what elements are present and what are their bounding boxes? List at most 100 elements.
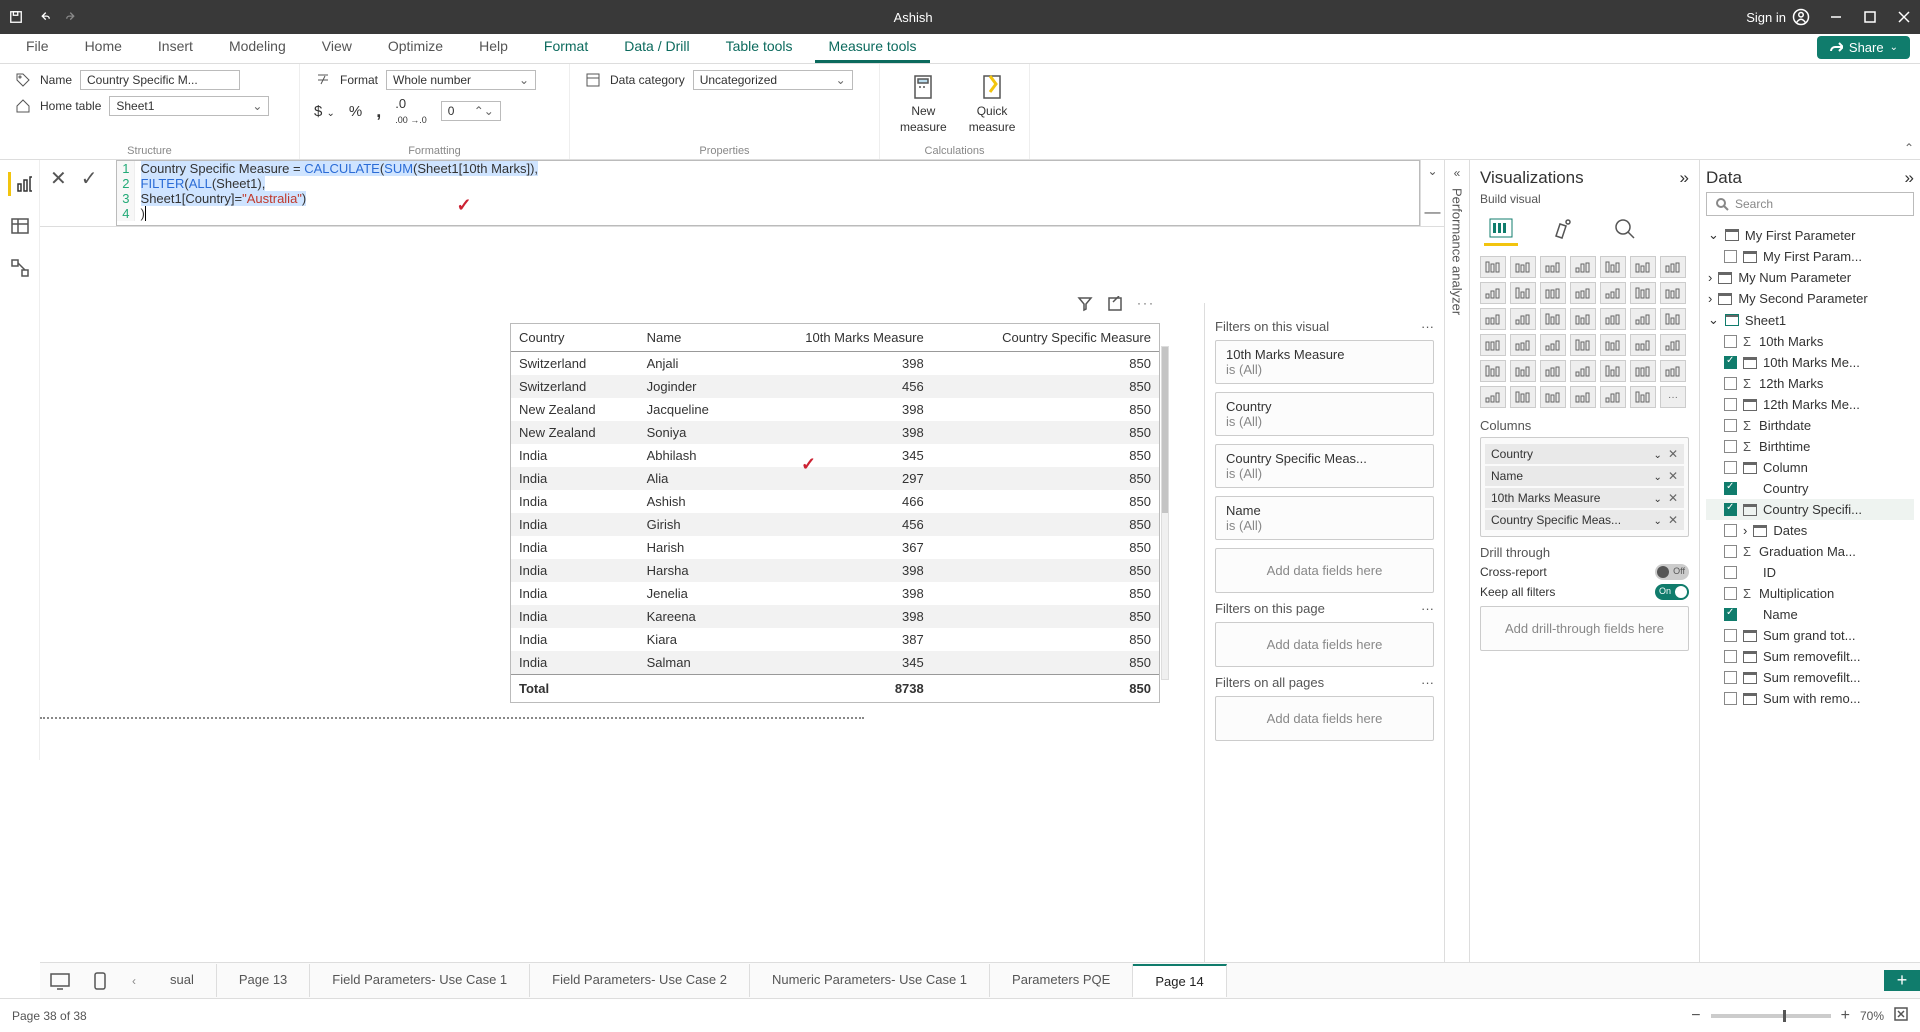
undo-icon[interactable] — [36, 9, 52, 25]
visual-type-icon[interactable] — [1480, 334, 1506, 356]
visual-type-icon[interactable] — [1480, 308, 1506, 330]
visual-type-icon[interactable] — [1540, 334, 1566, 356]
prev-page-icon[interactable]: ‹ — [120, 974, 148, 988]
zoom-in-button[interactable]: + — [1841, 1007, 1850, 1025]
tree-table[interactable]: ⌄My First Parameter — [1706, 224, 1914, 246]
visual-type-icon[interactable] — [1510, 308, 1536, 330]
measure-name-input[interactable]: Country Specific M... — [80, 70, 240, 90]
table-row[interactable]: IndiaAshish466850 — [511, 490, 1159, 513]
filters-more-icon[interactable]: ··· — [1421, 675, 1434, 690]
visual-type-icon[interactable] — [1510, 256, 1536, 278]
collapse-ribbon-icon[interactable]: ⌃ — [1904, 141, 1914, 155]
page-tab[interactable]: Page 13 — [217, 964, 310, 997]
ribbon-tab-data-drill[interactable]: Data / Drill — [610, 32, 703, 63]
visual-type-icon[interactable] — [1600, 334, 1626, 356]
search-input[interactable]: Search — [1706, 192, 1914, 216]
tree-field[interactable]: Column — [1706, 457, 1914, 478]
fit-page-icon[interactable] — [1894, 1007, 1908, 1024]
close-icon[interactable] — [1896, 9, 1912, 25]
filters-more-icon[interactable]: ··· — [1421, 601, 1434, 616]
model-view-icon[interactable] — [8, 256, 32, 280]
ribbon-tab-file[interactable]: File — [12, 32, 63, 63]
visual-type-icon[interactable] — [1600, 256, 1626, 278]
save-icon[interactable] — [8, 9, 24, 25]
visual-type-icon[interactable] — [1630, 308, 1656, 330]
ribbon-tab-modeling[interactable]: Modeling — [215, 32, 300, 63]
decimal-button[interactable]: .0.00 →.0 — [395, 96, 427, 126]
ribbon-tab-help[interactable]: Help — [465, 32, 522, 63]
ribbon-tab-optimize[interactable]: Optimize — [374, 32, 457, 63]
visual-type-icon[interactable] — [1540, 256, 1566, 278]
visual-type-icon[interactable] — [1570, 386, 1596, 408]
visual-type-icon[interactable] — [1630, 386, 1656, 408]
visual-type-icon[interactable] — [1600, 386, 1626, 408]
ribbon-tab-view[interactable]: View — [308, 32, 366, 63]
collapse-formula-icon[interactable]: — — [1425, 204, 1441, 222]
visual-type-icon[interactable] — [1540, 282, 1566, 304]
report-canvas[interactable]: ··· CountryName10th Marks MeasureCountry… — [40, 227, 1444, 998]
tree-field[interactable]: 12th Marks Me... — [1706, 394, 1914, 415]
column-header[interactable]: Name — [639, 324, 747, 352]
tree-field[interactable]: Country Specifi... — [1706, 499, 1914, 520]
tree-field[interactable]: Multiplication — [1706, 583, 1914, 604]
ribbon-tab-home[interactable]: Home — [71, 32, 136, 63]
visual-type-icon[interactable] — [1630, 334, 1656, 356]
table-visual[interactable]: ··· CountryName10th Marks MeasureCountry… — [510, 323, 1160, 703]
tree-field[interactable]: Sum removefilt... — [1706, 667, 1914, 688]
table-row[interactable]: New ZealandJacqueline398850 — [511, 398, 1159, 421]
percent-button[interactable]: % — [349, 103, 362, 120]
filter-card[interactable]: Countryis (All) — [1215, 392, 1434, 436]
ribbon-tab-format[interactable]: Format — [530, 32, 602, 63]
desktop-layout-icon[interactable] — [40, 972, 80, 990]
drill-through-well[interactable]: Add drill-through fields here — [1480, 606, 1689, 651]
data-category-select[interactable]: Uncategorized⌄ — [693, 70, 853, 90]
tree-field[interactable]: Sum grand tot... — [1706, 625, 1914, 646]
visual-type-icon[interactable] — [1570, 282, 1596, 304]
tree-field[interactable]: ›Dates — [1706, 520, 1914, 541]
tree-table[interactable]: ›My Second Parameter — [1706, 288, 1914, 309]
report-view-icon[interactable] — [8, 172, 32, 196]
maximize-icon[interactable] — [1862, 9, 1878, 25]
tree-field[interactable]: Birthdate — [1706, 415, 1914, 436]
visual-type-icon[interactable] — [1480, 256, 1506, 278]
visual-type-icon[interactable] — [1600, 282, 1626, 304]
table-row[interactable]: IndiaHarish367850 — [511, 536, 1159, 559]
field-chip[interactable]: 10th Marks Measure⌄✕ — [1485, 488, 1684, 508]
build-visual-tab[interactable] — [1484, 212, 1518, 246]
columns-well[interactable]: Country⌄✕Name⌄✕10th Marks Measure⌄✕Count… — [1480, 437, 1689, 537]
expand-pane-icon[interactable]: » — [1905, 168, 1914, 188]
focus-mode-icon[interactable] — [1107, 296, 1123, 315]
visual-type-icon[interactable] — [1600, 360, 1626, 382]
visual-type-icon[interactable] — [1570, 308, 1596, 330]
redo-icon[interactable] — [64, 9, 80, 25]
table-row[interactable]: IndiaAbhilash345850 — [511, 444, 1159, 467]
home-table-select[interactable]: Sheet1⌄ — [109, 96, 269, 116]
add-all-filter-well[interactable]: Add data fields here — [1215, 696, 1434, 741]
tree-field[interactable]: Sum removefilt... — [1706, 646, 1914, 667]
visual-type-icon[interactable] — [1480, 282, 1506, 304]
column-header[interactable]: 10th Marks Measure — [746, 324, 931, 352]
keep-filters-toggle[interactable]: On — [1655, 584, 1689, 600]
table-row[interactable]: IndiaGirish456850 — [511, 513, 1159, 536]
filters-more-icon[interactable]: ··· — [1421, 319, 1434, 334]
visual-type-icon[interactable] — [1660, 282, 1686, 304]
field-chip[interactable]: Name⌄✕ — [1485, 466, 1684, 486]
share-button[interactable]: Share ⌄ — [1817, 36, 1910, 59]
table-row[interactable]: SwitzerlandAnjali398850 — [511, 352, 1159, 376]
visual-type-icon[interactable] — [1660, 256, 1686, 278]
visual-type-icon[interactable] — [1630, 360, 1656, 382]
ribbon-tab-insert[interactable]: Insert — [144, 32, 207, 63]
visual-type-icon[interactable] — [1510, 334, 1536, 356]
commit-formula-icon[interactable]: ✓ — [81, 166, 98, 191]
page-tab[interactable]: Field Parameters- Use Case 1 — [310, 964, 530, 997]
tree-field[interactable]: Country — [1706, 478, 1914, 499]
format-select[interactable]: Whole number⌄ — [386, 70, 536, 90]
table-row[interactable]: IndiaKiara387850 — [511, 628, 1159, 651]
analytics-tab[interactable] — [1608, 212, 1642, 246]
visual-type-icon[interactable] — [1660, 308, 1686, 330]
tree-table[interactable]: ⌄Sheet1 — [1706, 309, 1914, 331]
visual-type-icon[interactable] — [1510, 386, 1536, 408]
filter-card[interactable]: Nameis (All) — [1215, 496, 1434, 540]
table-row[interactable]: IndiaAlia297850 — [511, 467, 1159, 490]
tree-field[interactable]: Birthtime — [1706, 436, 1914, 457]
